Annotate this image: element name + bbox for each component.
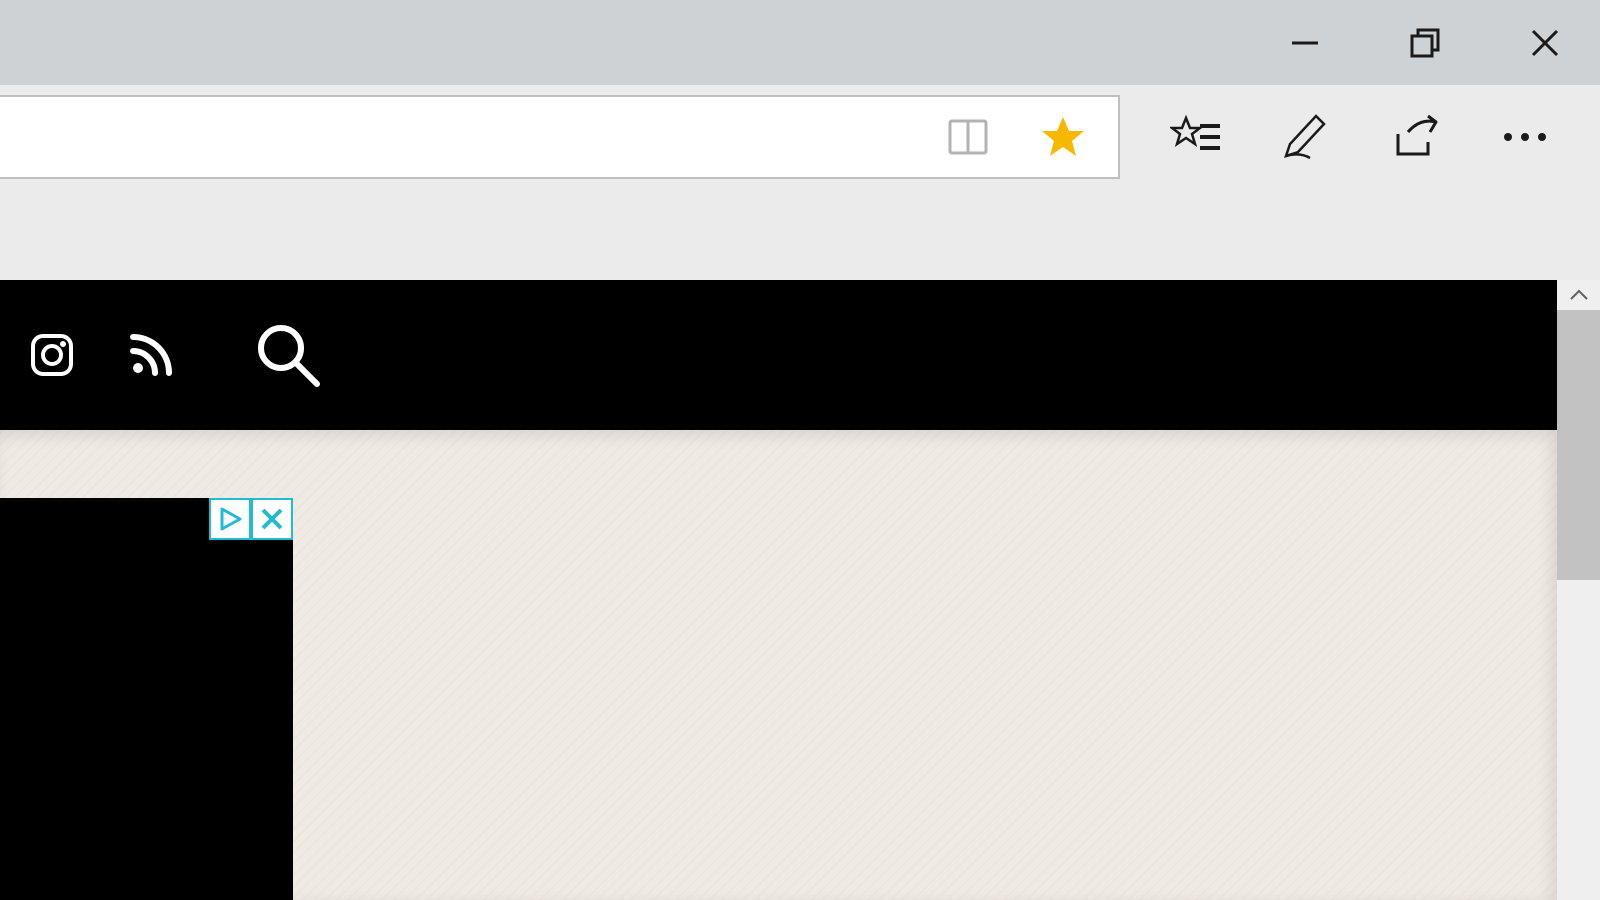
rss-link[interactable] <box>129 333 173 377</box>
maximize-button[interactable] <box>1400 18 1450 68</box>
star-icon <box>1040 114 1086 160</box>
ad-close-button[interactable] <box>251 498 293 540</box>
web-note-button[interactable] <box>1280 112 1330 162</box>
more-icon <box>1500 129 1550 145</box>
scroll-up-button[interactable] <box>1557 280 1600 310</box>
address-bar[interactable] <box>0 95 1120 179</box>
favorites-hub-icon <box>1170 112 1220 162</box>
scroll-thumb[interactable] <box>1557 310 1600 580</box>
vertical-scrollbar[interactable] <box>1557 280 1600 900</box>
page-content <box>0 430 1557 900</box>
reading-view-icon <box>946 115 990 159</box>
ad-unit[interactable] <box>0 498 293 900</box>
ad-controls <box>209 498 293 540</box>
minimize-icon <box>1288 26 1322 60</box>
browser-toolbar <box>0 85 1600 280</box>
search-icon <box>253 320 323 390</box>
maximize-icon <box>1408 26 1442 60</box>
close-icon <box>1528 26 1562 60</box>
site-search-button[interactable] <box>253 320 323 390</box>
minimize-button[interactable] <box>1280 18 1330 68</box>
web-note-icon <box>1280 112 1330 162</box>
page-viewport <box>0 280 1600 900</box>
ad-info-button[interactable] <box>209 498 251 540</box>
share-button[interactable] <box>1390 112 1440 162</box>
toolbar-actions <box>1170 95 1550 179</box>
instagram-icon <box>30 333 74 377</box>
window-titlebar <box>0 0 1600 85</box>
chevron-up-icon <box>1569 289 1589 301</box>
share-icon <box>1390 112 1440 162</box>
reading-view-button[interactable] <box>943 112 993 162</box>
ad-info-icon <box>216 505 244 533</box>
favorites-hub-button[interactable] <box>1170 112 1220 162</box>
ad-close-icon <box>258 505 286 533</box>
favorite-button[interactable] <box>1038 112 1088 162</box>
site-nav-bar <box>0 280 1557 430</box>
close-button[interactable] <box>1520 18 1570 68</box>
more-button[interactable] <box>1500 112 1550 162</box>
instagram-link[interactable] <box>30 333 74 377</box>
rss-icon <box>129 333 173 377</box>
